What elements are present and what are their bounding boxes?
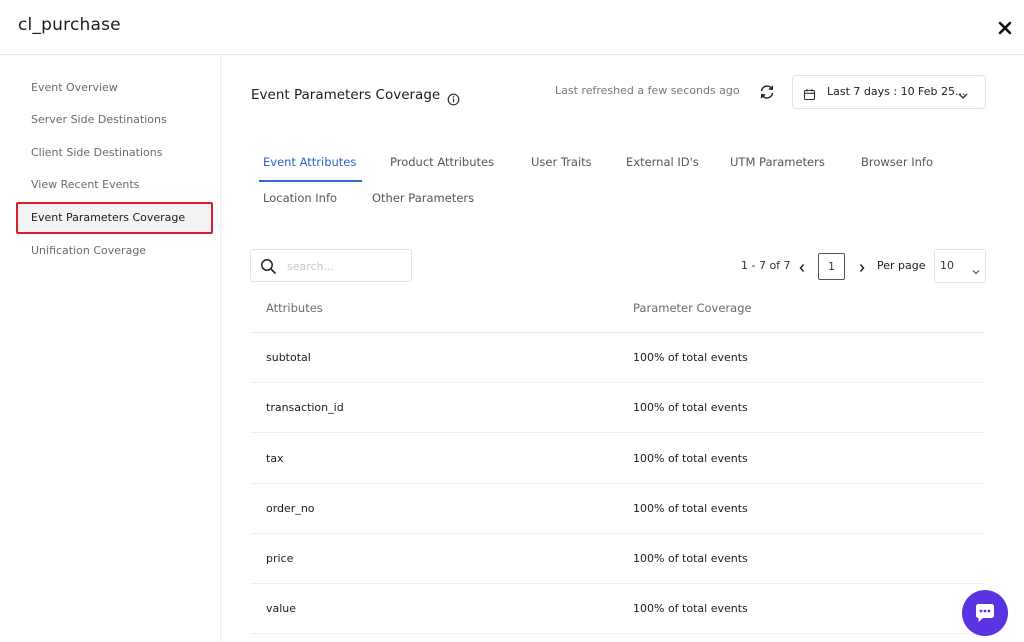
coverage-cell: 100% of total events [633,452,748,465]
search-box [250,249,412,282]
section-title: Event Parameters Coverage [251,87,441,103]
attribute-cell: value [266,602,297,615]
tab-external-ids[interactable]: External ID's [626,155,699,169]
coverage-cell: 100% of total events [633,351,748,364]
chevron-left-icon[interactable] [796,260,808,274]
chevron-down-icon [957,87,969,99]
tab-event-attributes[interactable]: Event Attributes [263,155,356,169]
sidebar-item-event-parameters-coverage[interactable]: Event Parameters Coverage [16,202,213,234]
tab-other-parameters[interactable]: Other Parameters [372,191,474,205]
table-row: price 100% of total events [251,534,985,584]
sidebar-item-event-overview[interactable]: Event Overview [16,72,213,104]
search-icon [261,259,276,274]
modal-header: cl_purchase [0,0,1024,55]
table-row: value 100% of total events [251,584,985,634]
page-title: cl_purchase [18,15,121,35]
table-row: order_no 100% of total events [251,484,985,534]
date-range-select[interactable]: Last 7 days : 10 Feb 25... [792,75,986,109]
coverage-cell: 100% of total events [633,602,748,615]
table-row: transaction_id 100% of total events [251,383,985,433]
attribute-cell: price [266,552,294,565]
search-input[interactable] [287,256,402,276]
date-range-label: Last 7 days : 10 Feb 25... [827,85,966,98]
tab-location-info[interactable]: Location Info [263,191,337,205]
column-header-attributes: Attributes [266,301,323,315]
tab-browser-info[interactable]: Browser Info [861,155,933,169]
calendar-icon [803,86,816,101]
table-row: subtotal 100% of total events [251,333,985,383]
info-icon[interactable] [447,91,460,106]
attribute-cell: subtotal [266,351,311,364]
last-refreshed-text: Last refreshed a few seconds ago [555,84,740,97]
sidebar: Event Overview Server Side Destinations … [0,56,221,642]
refresh-icon[interactable] [757,82,777,102]
sidebar-item-unification-coverage[interactable]: Unification Coverage [16,235,213,267]
coverage-cell: 100% of total events [633,401,748,414]
table-row: tax 100% of total events [251,434,985,484]
attribute-cell: tax [266,452,284,465]
coverage-cell: 100% of total events [633,552,748,565]
sidebar-item-view-recent-events[interactable]: View Recent Events [16,169,213,201]
chevron-down-icon [971,262,981,275]
chat-icon[interactable] [962,590,1008,636]
active-tab-indicator [259,180,362,182]
per-page-value: 10 [940,259,954,272]
coverage-cell: 100% of total events [633,502,748,515]
sidebar-item-client-side-destinations[interactable]: Client Side Destinations [16,137,213,169]
tab-user-traits[interactable]: User Traits [531,155,592,169]
close-icon[interactable] [994,17,1016,39]
sidebar-item-server-side-destinations[interactable]: Server Side Destinations [16,104,213,136]
per-page-select[interactable]: 10 [934,249,986,283]
page-number[interactable]: 1 [818,253,845,280]
column-header-parameter-coverage: Parameter Coverage [633,301,752,315]
attribute-cell: order_no [266,502,315,515]
pagination-range: 1 - 7 of 7 [741,259,791,272]
tab-product-attributes[interactable]: Product Attributes [390,155,494,169]
attribute-cell: transaction_id [266,401,344,414]
chevron-right-icon[interactable] [856,260,868,274]
tab-utm-parameters[interactable]: UTM Parameters [730,155,825,169]
per-page-label: Per page [877,259,926,272]
